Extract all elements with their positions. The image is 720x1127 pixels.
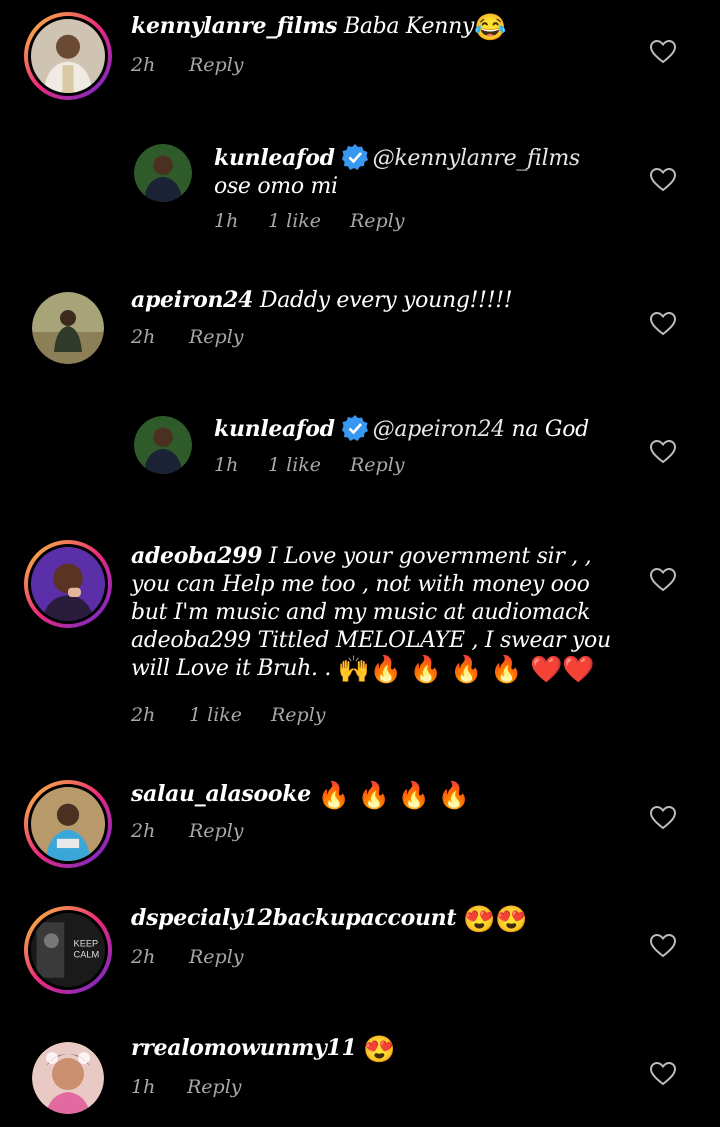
timestamp: 2h [131, 326, 156, 348]
comment: kennylanre_films Baba Kenny😂 2h Reply [0, 0, 720, 130]
emoji: 😍 [363, 1035, 396, 1065]
comment-meta: 2h Reply [131, 820, 244, 842]
comment-meta: 2h Reply [131, 54, 244, 76]
comment-body: adeoba299 I Love your government sir , ,… [131, 542, 620, 684]
comment: KEEP CALM dspecialy12backupaccount 😍😍 2h R… [0, 896, 720, 1024]
comment-body: kennylanre_films Baba Kenny😂 [131, 12, 620, 42]
avatar[interactable] [134, 416, 192, 474]
username[interactable]: dspecialy12backupaccount [131, 905, 457, 931]
verified-badge-icon [341, 144, 368, 170]
mention-link[interactable]: @apeiron24 [373, 417, 505, 442]
emoji: 🙌🔥 🔥 🔥 🔥 ❤️❤️ [337, 655, 595, 685]
avatar[interactable] [24, 780, 112, 868]
comment-text: na God [504, 417, 590, 442]
comment: apeiron24 Daddy every young!!!!! 2h Reply [0, 270, 720, 390]
heart-icon[interactable] [650, 934, 676, 958]
timestamp: 2h [131, 820, 156, 842]
avatar[interactable] [32, 292, 104, 364]
avatar[interactable] [24, 540, 112, 628]
heart-icon[interactable] [650, 1062, 676, 1086]
timestamp: 1h [214, 454, 239, 476]
username[interactable]: kunleafod [214, 416, 335, 442]
username[interactable]: kennylanre_films [131, 13, 338, 39]
comment-body: salau_alasooke 🔥 🔥 🔥 🔥 [131, 780, 620, 810]
svg-text:CALM: CALM [74, 949, 100, 959]
heart-icon[interactable] [650, 806, 676, 830]
heart-icon[interactable] [650, 312, 676, 336]
reply-comment: kunleafod @apeiron24 na God 1h 1 like Reply [0, 400, 720, 520]
heart-icon[interactable] [650, 440, 676, 464]
likes-count[interactable]: 1 like [268, 210, 350, 232]
reply-button[interactable]: Reply [189, 54, 244, 76]
comment-body: kunleafod @kennylanre_films ose omo mi [214, 143, 620, 201]
reply-button[interactable]: Reply [350, 210, 405, 232]
username[interactable]: rrealomowunmy11 [131, 1035, 357, 1061]
likes-count[interactable]: 1 like [189, 704, 271, 726]
reply-button[interactable]: Reply [189, 820, 244, 842]
reply-button[interactable]: Reply [350, 454, 405, 476]
comment: salau_alasooke 🔥 🔥 🔥 🔥 2h Reply [0, 770, 720, 896]
comment-body: rrealomowunmy11 😍 [131, 1034, 620, 1064]
comment-text: Baba Kenny [337, 14, 475, 39]
emoji: 😂 [474, 13, 507, 43]
comment-text: ose omo mi [214, 174, 338, 199]
comment: rrealomowunmy11 😍 1h Reply [0, 1026, 720, 1127]
username[interactable]: kunleafod [214, 145, 335, 171]
comment-meta: 1h 1 like Reply [214, 210, 405, 232]
comment: adeoba299 I Love your government sir , ,… [0, 530, 720, 770]
timestamp: 1h [131, 1076, 156, 1098]
comment-meta: 1h Reply [131, 1076, 242, 1098]
username[interactable]: apeiron24 [131, 287, 253, 313]
heart-icon[interactable] [650, 40, 676, 64]
timestamp: 2h [131, 704, 156, 726]
comment-body: kunleafod @apeiron24 na God [214, 414, 620, 444]
comment-body: apeiron24 Daddy every young!!!!! [131, 286, 620, 315]
timestamp: 2h [131, 54, 156, 76]
comment-body: dspecialy12backupaccount 😍😍 [131, 904, 620, 934]
heart-icon[interactable] [650, 568, 676, 592]
mention-link[interactable]: @kennylanre_films [373, 146, 581, 171]
comment-meta: 2h 1 like Reply [131, 704, 326, 726]
reply-comment: kunleafod @kennylanre_films ose omo mi 1h… [0, 130, 720, 260]
verified-badge-icon [341, 415, 368, 441]
likes-count[interactable]: 1 like [268, 454, 350, 476]
comment-meta: 2h Reply [131, 946, 244, 968]
reply-button[interactable]: Reply [271, 704, 326, 726]
timestamp: 2h [131, 946, 156, 968]
username[interactable]: adeoba299 [131, 543, 262, 569]
comment-text [456, 906, 463, 931]
reply-button[interactable]: Reply [187, 1076, 242, 1098]
emoji: 😍😍 [462, 905, 528, 935]
username[interactable]: salau_alasooke [131, 781, 311, 807]
timestamp: 1h [214, 210, 239, 232]
heart-icon[interactable] [650, 168, 676, 192]
avatar[interactable] [134, 144, 192, 202]
emoji: 🔥 🔥 🔥 🔥 [317, 781, 470, 811]
reply-button[interactable]: Reply [189, 326, 244, 348]
comment-text: Daddy every young!!!!! [253, 288, 513, 313]
comment-text [311, 782, 318, 807]
comment-meta: 1h 1 like Reply [214, 454, 405, 476]
comment-meta: 2h Reply [131, 326, 244, 348]
avatar[interactable]: KEEP CALM [24, 906, 112, 994]
avatar[interactable] [24, 12, 112, 100]
reply-button[interactable]: Reply [189, 946, 244, 968]
svg-text:KEEP: KEEP [74, 938, 99, 948]
avatar[interactable] [32, 1042, 104, 1114]
